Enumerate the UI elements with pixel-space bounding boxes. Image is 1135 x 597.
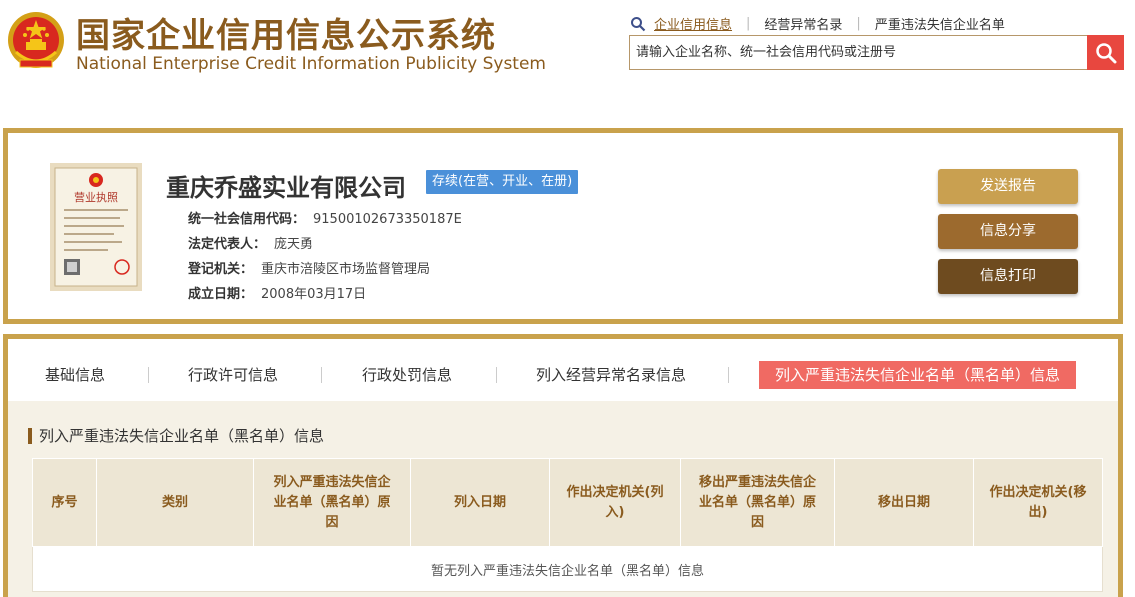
- table-header-row: 序号 类别 列入严重违法失信企业名单（黑名单）原因 列入日期 作出决定机关(列入…: [32, 458, 1103, 547]
- nav-divider: |: [856, 16, 861, 31]
- col-header: 移出严重违法失信企业名单（黑名单）原因: [680, 458, 835, 547]
- table-row: 暂无列入严重违法失信企业名单（黑名单）信息: [32, 546, 1103, 592]
- tab-basic-info[interactable]: 基础信息: [45, 361, 105, 389]
- tab-abnormal-list[interactable]: 列入经营异常名录信息: [536, 361, 686, 389]
- blacklist-table: 序号 类别 列入严重违法失信企业名单（黑名单）原因 列入日期 作出决定机关(列入…: [32, 458, 1103, 592]
- section-title-text: 列入严重违法失信企业名单（黑名单）信息: [39, 427, 325, 445]
- tab-admin-license[interactable]: 行政许可信息: [188, 361, 278, 389]
- site-header: 国家企业信用信息公示系统 National Enterprise Credit …: [0, 0, 1135, 118]
- established-label: 成立日期：: [188, 287, 254, 302]
- col-header: 列入严重违法失信企业名单（黑名单）原因: [253, 458, 411, 547]
- tab-divider: [321, 367, 322, 383]
- legal-rep-label: 法定代表人：: [188, 237, 267, 252]
- authority-label: 登记机关：: [188, 262, 254, 277]
- nav-divider: |: [746, 16, 751, 31]
- tab-blacklist[interactable]: 列入严重违法失信企业名单（黑名单）信息: [759, 361, 1077, 389]
- site-title: 国家企业信用信息公示系统: [76, 16, 496, 56]
- company-info-panel: 营业执照 重庆乔盛实业有限公司 存续(在营、开业、在册) 统一社会信用代码： 91…: [3, 128, 1123, 324]
- empty-message: 暂无列入严重违法失信企业名单（黑名单）信息: [32, 546, 1103, 592]
- top-nav: 企业信用信息 | 经营异常名录 | 严重违法失信企业名单: [630, 14, 1005, 33]
- col-header: 列入日期: [410, 458, 550, 547]
- share-button[interactable]: 信息分享: [938, 214, 1078, 249]
- search-button[interactable]: [1087, 35, 1124, 70]
- col-header: 作出决定机关(列入): [549, 458, 681, 547]
- legal-rep-row: 法定代表人： 庞天勇: [188, 233, 313, 252]
- credit-code-value: 91500102673350187E: [313, 212, 462, 227]
- nav-credit-info[interactable]: 企业信用信息: [654, 14, 732, 33]
- established-value: 2008年03月17日: [261, 287, 367, 302]
- tab-divider: [496, 367, 497, 383]
- tab-divider: [728, 367, 729, 383]
- col-header: 类别: [96, 458, 254, 547]
- section-marker: [28, 427, 32, 444]
- col-header: 作出决定机关(移出): [973, 458, 1103, 547]
- site-subtitle: National Enterprise Credit Information P…: [76, 54, 546, 74]
- legal-rep-value: 庞天勇: [274, 237, 314, 252]
- col-header: 序号: [32, 458, 97, 547]
- col-header: 移出日期: [834, 458, 974, 547]
- tab-bar: 基础信息 行政许可信息 行政处罚信息 列入经营异常名录信息 列入严重违法失信企业…: [8, 339, 1118, 401]
- established-row: 成立日期： 2008年03月17日: [188, 283, 366, 302]
- search-input[interactable]: [630, 36, 1087, 69]
- nav-blacklist[interactable]: 严重违法失信企业名单: [875, 14, 1005, 33]
- search-icon: [631, 16, 646, 31]
- credit-code-label: 统一社会信用代码：: [188, 212, 306, 227]
- tab-admin-penalty[interactable]: 行政处罚信息: [362, 361, 452, 389]
- credit-code-row: 统一社会信用代码： 91500102673350187E: [188, 208, 462, 227]
- search-icon: [1095, 42, 1116, 63]
- national-emblem-icon: [8, 12, 64, 68]
- authority-row: 登记机关： 重庆市涪陵区市场监督管理局: [188, 258, 430, 277]
- section-title: 列入严重违法失信企业名单（黑名单）信息: [28, 425, 324, 446]
- status-badge: 存续(在营、开业、在册): [426, 170, 579, 194]
- send-report-button[interactable]: 发送报告: [938, 169, 1078, 204]
- svg-text:营业执照: 营业执照: [74, 190, 118, 204]
- business-license-icon[interactable]: 营业执照: [50, 163, 142, 291]
- detail-section: 基础信息 行政许可信息 行政处罚信息 列入经营异常名录信息 列入严重违法失信企业…: [3, 334, 1123, 597]
- print-button[interactable]: 信息打印: [938, 259, 1078, 294]
- authority-value: 重庆市涪陵区市场监督管理局: [261, 262, 431, 277]
- nav-abnormal-list[interactable]: 经营异常名录: [764, 14, 842, 33]
- tab-divider: [148, 367, 149, 383]
- search-box: [629, 35, 1124, 70]
- company-name: 重庆乔盛实业有限公司: [166, 174, 406, 202]
